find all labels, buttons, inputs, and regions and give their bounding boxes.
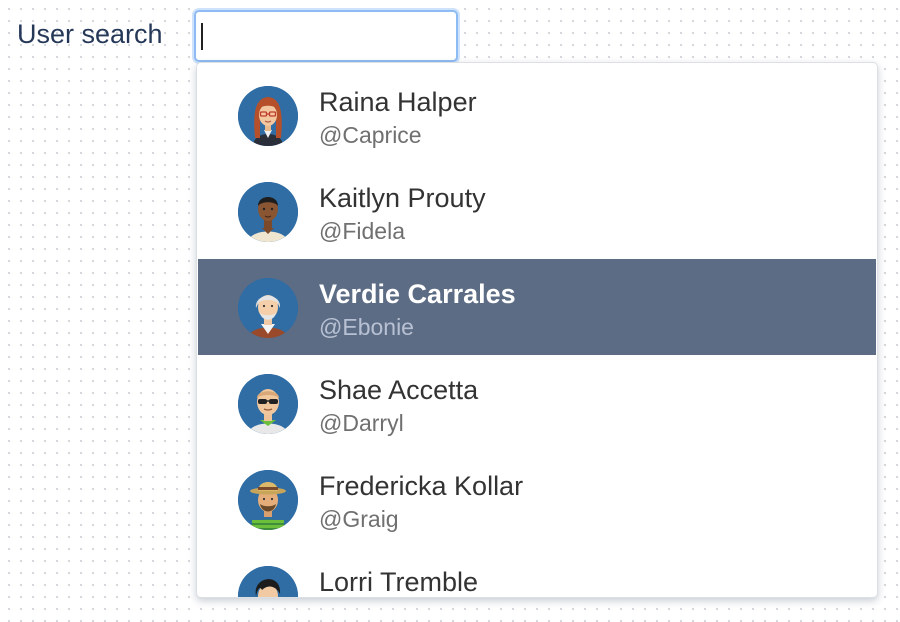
person-black-hair-avatar <box>238 566 298 597</box>
user-name: Kaitlyn Prouty <box>319 183 486 213</box>
user-search-label: User search <box>17 19 163 49</box>
user-option-lorri-tremble[interactable]: Lorri Tremble <box>198 547 876 597</box>
user-option-shae-accetta[interactable]: Shae Accetta @Darryl <box>198 355 876 451</box>
user-handle: @Fidela <box>319 218 405 244</box>
user-search-input[interactable] <box>194 10 458 62</box>
user-name: Shae Accetta <box>319 375 479 405</box>
woman-red-hair-glasses-avatar <box>238 86 298 146</box>
user-option-fredericka-kollar[interactable]: Fredericka Kollar @Graig <box>198 451 876 547</box>
man-sunglasses-avatar <box>238 374 298 434</box>
user-handle: @Ebonie <box>319 314 414 340</box>
user-option-verdie-carrales[interactable]: Verdie Carrales @Ebonie <box>198 259 876 355</box>
user-handle: @Caprice <box>319 122 422 148</box>
man-dark-skin-avatar <box>238 182 298 242</box>
user-handle: @Darryl <box>319 410 404 436</box>
user-search-page: User search Raina Halper @Caprice Kaitly… <box>0 0 900 622</box>
user-name: Verdie Carrales <box>319 279 516 309</box>
user-name: Raina Halper <box>319 87 477 117</box>
user-handle: @Graig <box>319 506 399 532</box>
elderly-man-gray-hair-avatar <box>238 278 298 338</box>
text-cursor <box>201 23 203 50</box>
user-name: Lorri Tremble <box>319 567 479 597</box>
user-name: Fredericka Kollar <box>319 471 524 501</box>
user-option-kaitlyn-prouty[interactable]: Kaitlyn Prouty @Fidela <box>198 163 876 259</box>
man-straw-hat-avatar <box>238 470 298 530</box>
user-suggestions-dropdown[interactable]: Raina Halper @Caprice Kaitlyn Prouty @Fi <box>196 62 878 598</box>
user-option-raina-halper[interactable]: Raina Halper @Caprice <box>198 67 876 163</box>
